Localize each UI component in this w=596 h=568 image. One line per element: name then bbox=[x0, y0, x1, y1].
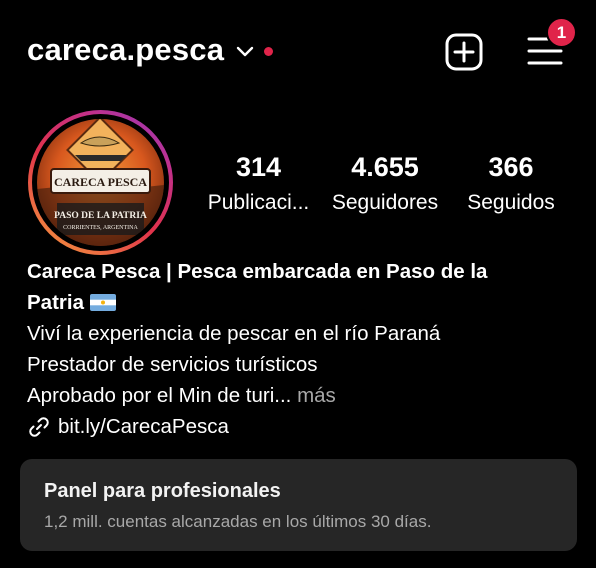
plus-square-icon[interactable] bbox=[445, 33, 483, 71]
link-icon bbox=[29, 416, 49, 437]
chevron-down-icon bbox=[236, 46, 254, 57]
bio-line: Aprobado por el Min de turi... bbox=[27, 384, 292, 407]
profile-link-text: bit.ly/CarecaPesca bbox=[58, 415, 229, 438]
argentina-flag-icon bbox=[89, 294, 116, 311]
dashboard-subtitle: 1,2 mill. cuentas alcanzadas en los últi… bbox=[44, 512, 432, 531]
avatar-text-top: CARECA PESCA bbox=[54, 175, 147, 189]
professional-dashboard-card[interactable]: Panel para profesionales 1,2 mill. cuent… bbox=[20, 459, 577, 551]
notification-badge: 1 bbox=[546, 17, 577, 48]
profile-name: Careca Pesca | Pesca embarcada en Paso d… bbox=[27, 260, 488, 283]
posts-count[interactable]: 314 Publicaci... bbox=[203, 150, 314, 218]
avatar[interactable]: CARECA PESCA PASO DE LA PATRIA CORRIENTE… bbox=[28, 110, 173, 255]
following-count[interactable]: 366 Seguidos bbox=[462, 150, 560, 218]
avatar-logo: CARECA PESCA PASO DE LA PATRIA CORRIENTE… bbox=[37, 119, 164, 246]
avatar-text-middle: PASO DE LA PATRIA bbox=[54, 211, 147, 221]
profile-bio: Careca Pesca | Pesca embarcada en Paso d… bbox=[27, 256, 572, 442]
account-switcher[interactable]: careca.pesca bbox=[27, 30, 274, 70]
username: careca.pesca bbox=[27, 32, 225, 67]
bio-line: Prestador de servicios turísticos bbox=[27, 353, 318, 376]
more-link[interactable]: más bbox=[297, 384, 336, 407]
unread-dot bbox=[264, 46, 274, 56]
bio-line: Viví la experiencia de pescar en el río … bbox=[27, 322, 441, 345]
avatar-text-bottom: CORRIENTES, ARGENTINA bbox=[63, 225, 138, 231]
dashboard-title: Panel para profesionales bbox=[44, 480, 281, 502]
profile-link[interactable]: bit.ly/CarecaPesca bbox=[27, 411, 572, 442]
top-bar: careca.pesca 1 bbox=[0, 0, 596, 100]
followers-count[interactable]: 4.655 Seguidores bbox=[327, 150, 443, 218]
